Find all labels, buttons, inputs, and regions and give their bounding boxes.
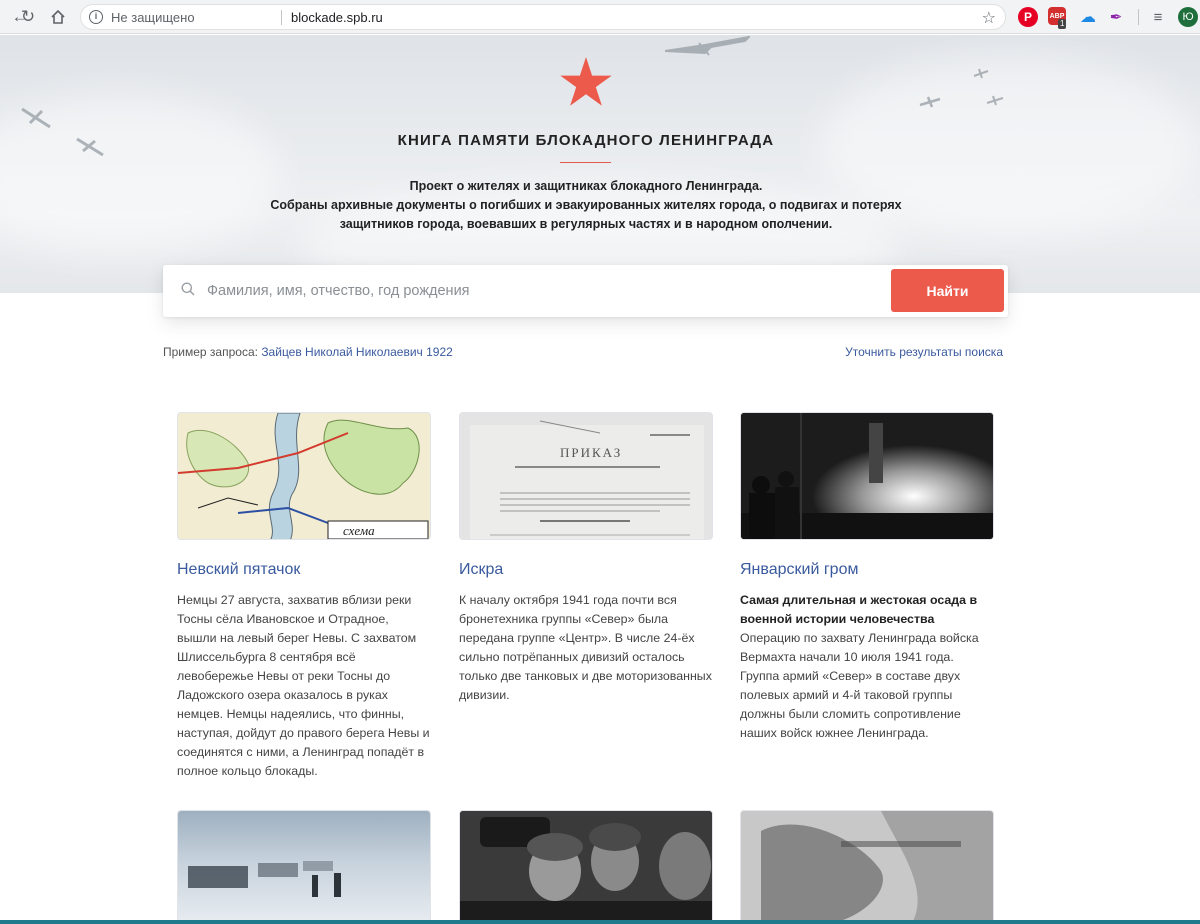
card-image-photo[interactable] <box>459 810 713 924</box>
plane-silhouette-icon <box>973 68 989 79</box>
page-bottom-bar <box>0 920 1200 924</box>
card-image-document[interactable]: ПРИКАЗ <box>459 412 713 540</box>
plane-silhouette-icon <box>986 95 1004 106</box>
map-caption: схема <box>343 523 375 538</box>
info-icon[interactable]: i <box>89 10 103 24</box>
article-card[interactable] <box>177 810 431 924</box>
plane-silhouette-icon <box>919 96 941 108</box>
document-illustration: ПРИКАЗ <box>460 413 712 539</box>
hero-description-line: защитников города, воевавших в регулярны… <box>339 217 833 231</box>
example-query-link[interactable]: Зайцев Николай Николаевич 1922 <box>261 345 453 359</box>
card-text: Операцию по захвату Ленинграда войска Ве… <box>740 631 979 740</box>
article-card[interactable]: схема Невский пятачок Немцы 27 августа, … <box>177 412 431 781</box>
profile-avatar[interactable]: Ю <box>1178 7 1198 27</box>
card-text: К началу октября 1941 года почти вся бро… <box>459 593 712 702</box>
card-image-photo[interactable] <box>740 810 994 924</box>
bookmark-star-icon[interactable]: ☆ <box>982 8 996 28</box>
reading-list-icon[interactable]: ≡ <box>1148 7 1168 27</box>
map-illustration: схема <box>178 413 430 539</box>
red-star-icon <box>560 57 612 106</box>
reload-icon[interactable]: ↻ <box>16 5 40 29</box>
example-query: Пример запроса: Зайцев Николай Николаеви… <box>163 345 453 359</box>
title-underline <box>560 162 611 163</box>
plane-silhouette-icon <box>665 35 750 56</box>
search-button[interactable]: Найти <box>891 269 1004 312</box>
card-image-photo[interactable] <box>740 412 994 540</box>
card-title[interactable]: Невский пятачок <box>177 561 431 579</box>
card-lead: Самая длительная и жестокая осада в воен… <box>740 593 978 626</box>
page-title: КНИГА ПАМЯТИ БЛОКАДНОГО ЛЕНИНГРАДА <box>397 132 775 149</box>
archive-photo-illustration <box>741 811 993 924</box>
feather-extension-icon[interactable]: ✒ <box>1106 7 1126 27</box>
home-icon[interactable] <box>46 5 70 29</box>
address-bar[interactable]: i Не защищено blockade.spb.ru ☆ <box>80 4 1006 30</box>
hero-banner: КНИГА ПАМЯТИ БЛОКАДНОГО ЛЕНИНГРАДА Проек… <box>0 35 1200 293</box>
example-prefix: Пример запроса: <box>163 345 258 359</box>
card-image-photo[interactable] <box>177 810 431 924</box>
hero-description: Проект о жителях и защитниках блокадного… <box>0 177 1172 234</box>
hero-description-line: Собраны архивные документы о погибших и … <box>270 198 902 212</box>
search-input[interactable] <box>207 275 887 307</box>
adblock-count-badge: 1 <box>1058 19 1067 29</box>
article-card[interactable] <box>459 810 713 924</box>
url-text[interactable]: blockade.spb.ru <box>291 10 383 25</box>
document-heading: ПРИКАЗ <box>560 445 622 460</box>
card-image-map[interactable]: схема <box>177 412 431 540</box>
cloud-extension-icon[interactable]: ☁ <box>1078 7 1098 27</box>
search-form: Найти <box>163 265 1008 317</box>
hero-description-line: Проект о жителях и защитниках блокадного… <box>409 179 763 193</box>
pinterest-extension-icon[interactable]: P <box>1018 7 1038 27</box>
article-card[interactable]: ПРИКАЗ Искра К началу октября 1941 года … <box>459 412 713 705</box>
article-card[interactable] <box>740 810 994 924</box>
plane-silhouette-icon <box>21 107 51 129</box>
refine-search-link[interactable]: Уточнить результаты поиска <box>845 345 1003 359</box>
article-card[interactable]: Январский гром Самая длительная и жесток… <box>740 412 994 743</box>
card-title[interactable]: Искра <box>459 561 713 579</box>
card-title[interactable]: Январский гром <box>740 561 994 579</box>
address-separator <box>281 10 282 25</box>
security-status[interactable]: Не защищено <box>111 10 195 25</box>
soldiers-photo-illustration <box>460 811 712 924</box>
search-icon <box>181 282 195 296</box>
winter-road-illustration <box>178 811 430 924</box>
browser-toolbar: ← ↻ i Не защищено blockade.spb.ru ☆ P AB… <box>0 0 1200 34</box>
toolbar-divider <box>1138 9 1139 25</box>
card-text: Немцы 27 августа, захватив вблизи реки Т… <box>177 593 430 778</box>
night-photo-illustration <box>741 413 993 539</box>
